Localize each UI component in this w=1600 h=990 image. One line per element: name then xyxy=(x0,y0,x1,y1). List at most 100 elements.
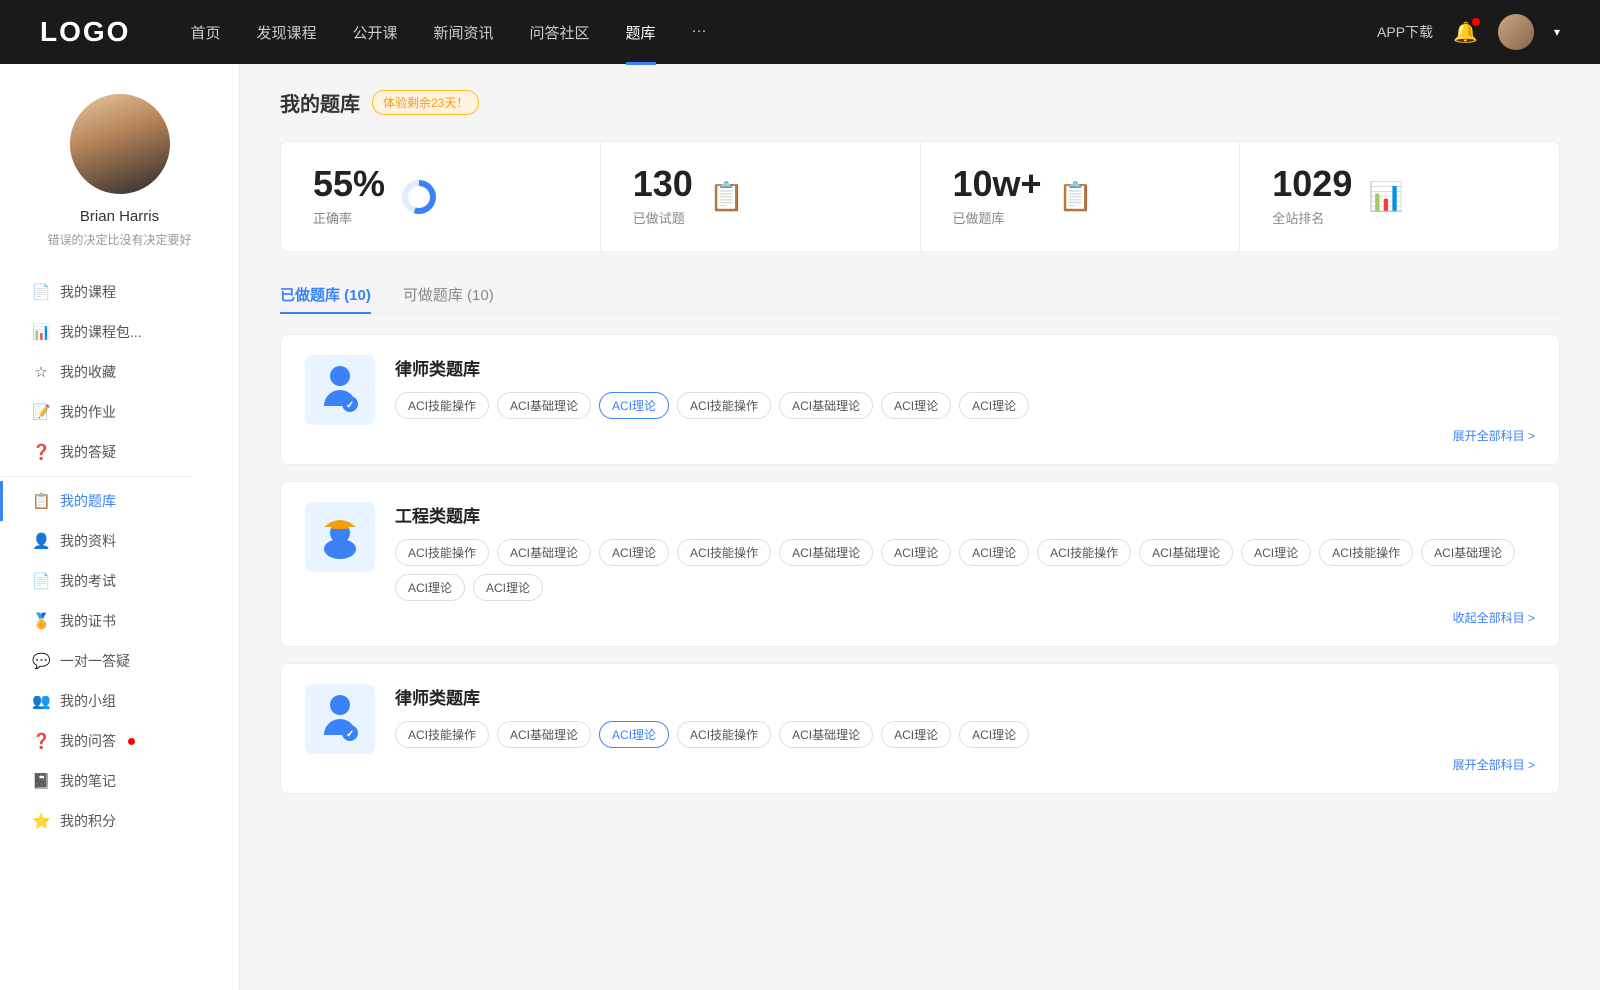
sidebar-item-我的答疑[interactable]: ❓我的答疑 xyxy=(0,432,239,472)
qb-tag-1-11[interactable]: ACI基础理论 xyxy=(1421,539,1515,566)
stat-label-0: 正确率 xyxy=(313,208,385,227)
avatar[interactable] xyxy=(1498,14,1534,50)
sidebar-item-我的证书[interactable]: 🏅我的证书 xyxy=(0,601,239,641)
main-content: 我的题库 体验剩余23天！ 55% 正确率 130 已做试题 📋 10w+ 已做… xyxy=(240,64,1600,990)
sidebar-item-我的小组[interactable]: 👥 我的小组 xyxy=(0,681,239,721)
avatar-image-inner xyxy=(70,94,170,194)
qb-tag-1-13[interactable]: ACI理论 xyxy=(473,574,543,601)
stat-item-3: 1029 全站排名 📊 xyxy=(1240,142,1559,251)
sidebar-item-我的积分[interactable]: ⭐我的积分 xyxy=(0,801,239,841)
sidebar-icon: 👥 xyxy=(32,692,50,710)
qb-tag-0-6[interactable]: ACI理论 xyxy=(959,392,1029,419)
tab-0[interactable]: 已做题库 (10) xyxy=(280,276,371,313)
sidebar-item-label: 一对一答疑 xyxy=(60,651,130,671)
stat-text-0: 55% 正确率 xyxy=(313,166,385,227)
stat-value-3: 1029 xyxy=(1272,166,1352,202)
sidebar-item-我的笔记[interactable]: 📓我的笔记 xyxy=(0,761,239,801)
qb-title-0: 律师类题库 xyxy=(395,355,1535,380)
qb-tag-1-3[interactable]: ACI技能操作 xyxy=(677,539,771,566)
tabs-row: 已做题库 (10) 可做题库 (10) xyxy=(280,276,1560,314)
sidebar-item-我的收藏[interactable]: ☆我的收藏 xyxy=(0,352,239,392)
nav-link-发现课程[interactable]: 发现课程 xyxy=(256,22,316,43)
qb-content-0: 律师类题库 ACI技能操作ACI基础理论ACI理论ACI技能操作ACI基础理论A… xyxy=(395,355,1535,444)
qb-tag-1-12[interactable]: ACI理论 xyxy=(395,574,465,601)
tab-1[interactable]: 可做题库 (10) xyxy=(403,276,494,313)
qb-tag-0-2[interactable]: ACI理论 xyxy=(599,392,669,419)
sidebar-item-我的课程[interactable]: 📄我的课程 xyxy=(0,272,239,312)
sidebar-item-我的作业[interactable]: 📝我的作业 xyxy=(0,392,239,432)
sidebar-item-label: 我的小组 xyxy=(60,691,116,711)
qb-tag-2-2[interactable]: ACI理论 xyxy=(599,721,669,748)
sidebar-item-我的题库[interactable]: 📋 我的题库 xyxy=(0,481,239,521)
nav-link-题库[interactable]: 题库 xyxy=(626,22,656,43)
top-navigation: LOGO 首页 发现课程 公开课 新闻资讯 问答社区 题库 ··· APP下载 🔔 ▾ xyxy=(0,0,1600,64)
notification-bell[interactable]: 🔔 xyxy=(1453,20,1478,45)
stat-item-0: 55% 正确率 xyxy=(281,142,601,251)
sidebar-icon: 📋 xyxy=(32,492,50,510)
qb-tag-1-8[interactable]: ACI基础理论 xyxy=(1139,539,1233,566)
qb-tags-0: ACI技能操作 ACI基础理论 ACI理论 ACI技能操作 ACI基础理论 ACI理论 AC… xyxy=(395,392,1535,419)
nav-link-公开课[interactable]: 公开课 xyxy=(352,22,397,43)
qb-tag-2-6[interactable]: ACI理论 xyxy=(959,721,1029,748)
nav-link-问答社区[interactable]: 问答社区 xyxy=(530,22,590,43)
sidebar-item-我的资料[interactable]: 👤我的资料 xyxy=(0,521,239,561)
qb-tag-2-0[interactable]: ACI技能操作 xyxy=(395,721,489,748)
stat-icon-0 xyxy=(401,179,437,215)
stat-value-1: 130 xyxy=(633,166,693,202)
qb-tag-1-7[interactable]: ACI技能操作 xyxy=(1037,539,1131,566)
sidebar-menu: 📄我的课程📊我的课程包...☆我的收藏📝我的作业❓我的答疑📋我的题库👤我的资料📄… xyxy=(0,272,239,841)
nav-link-首页[interactable]: 首页 xyxy=(190,22,220,43)
pie-chart-icon xyxy=(402,180,436,214)
sidebar-divider xyxy=(0,476,191,477)
sidebar-item-label: 我的收藏 xyxy=(60,362,116,382)
sidebar-icon: 📝 xyxy=(32,403,50,421)
nav-link-···[interactable]: ··· xyxy=(692,22,707,43)
qb-tag-1-4[interactable]: ACI基础理论 xyxy=(779,539,873,566)
qb-tag-2-4[interactable]: ACI基础理论 xyxy=(779,721,873,748)
stat-item-2: 10w+ 已做题库 📋 xyxy=(921,142,1241,251)
stat-text-3: 1029 全站排名 xyxy=(1272,166,1352,227)
sidebar-item-我的课程包...[interactable]: 📊我的课程包... xyxy=(0,312,239,352)
qb-tag-0-3[interactable]: ACI技能操作 xyxy=(677,392,771,419)
stat-value-2: 10w+ xyxy=(953,166,1042,202)
nav-link-新闻资讯[interactable]: 新闻资讯 xyxy=(434,22,494,43)
sidebar-icon: ⭐ xyxy=(32,812,50,830)
qb-tag-1-2[interactable]: ACI理论 xyxy=(599,539,669,566)
qb-tags-1: ACI技能操作 ACI基础理论 ACI理论 ACI技能操作 ACI基础理论 ACI理论 AC… xyxy=(395,539,1535,601)
sidebar-badge xyxy=(128,738,135,745)
qb-tag-1-9[interactable]: ACI理论 xyxy=(1241,539,1311,566)
doc-green-icon: 📋 xyxy=(709,180,744,213)
qb-tag-1-10[interactable]: ACI技能操作 xyxy=(1319,539,1413,566)
doc-orange-icon: 📋 xyxy=(1058,180,1093,213)
sidebar-item-我的考试[interactable]: 📄我的考试 xyxy=(0,561,239,601)
user-dropdown-arrow[interactable]: ▾ xyxy=(1554,25,1560,39)
qb-tag-1-0[interactable]: ACI技能操作 xyxy=(395,539,489,566)
sidebar-item-label: 我的题库 xyxy=(60,491,116,511)
sidebar-item-label: 我的课程 xyxy=(60,282,116,302)
lawyer-icon: ✓ xyxy=(316,362,364,418)
qb-expand-1[interactable]: 收起全部科目 > xyxy=(395,609,1535,626)
qb-expand-2[interactable]: 展开全部科目 > xyxy=(395,756,1535,773)
sidebar-icon: 📄 xyxy=(32,572,50,590)
sidebar-item-我的问答[interactable]: ❓我的问答 xyxy=(0,721,239,761)
stat-label-2: 已做题库 xyxy=(953,208,1042,227)
qb-tags-2: ACI技能操作 ACI基础理论 ACI理论 ACI技能操作 ACI基础理论 ACI理论 AC… xyxy=(395,721,1535,748)
qb-tag-1-5[interactable]: ACI理论 xyxy=(881,539,951,566)
qb-icon-0: ✓ xyxy=(305,355,375,425)
app-download-button[interactable]: APP下载 xyxy=(1377,22,1433,42)
sidebar: Brian Harris 错误的决定比没有决定要好 📄我的课程📊我的课程包...… xyxy=(0,64,240,990)
lawyer-icon: ✓ xyxy=(316,691,364,747)
qb-tag-0-0[interactable]: ACI技能操作 xyxy=(395,392,489,419)
qb-tag-1-1[interactable]: ACI基础理论 xyxy=(497,539,591,566)
qb-tag-2-1[interactable]: ACI基础理论 xyxy=(497,721,591,748)
qb-icon-2: ✓ xyxy=(305,684,375,754)
qb-tag-0-1[interactable]: ACI基础理论 xyxy=(497,392,591,419)
qb-tag-0-4[interactable]: ACI基础理论 xyxy=(779,392,873,419)
qb-tag-0-5[interactable]: ACI理论 xyxy=(881,392,951,419)
logo[interactable]: LOGO xyxy=(40,16,130,48)
qb-tag-1-6[interactable]: ACI理论 xyxy=(959,539,1029,566)
qb-tag-2-5[interactable]: ACI理论 xyxy=(881,721,951,748)
qb-tag-2-3[interactable]: ACI技能操作 xyxy=(677,721,771,748)
qb-expand-0[interactable]: 展开全部科目 > xyxy=(395,427,1535,444)
sidebar-item-一对一答疑[interactable]: 💬一对一答疑 xyxy=(0,641,239,681)
